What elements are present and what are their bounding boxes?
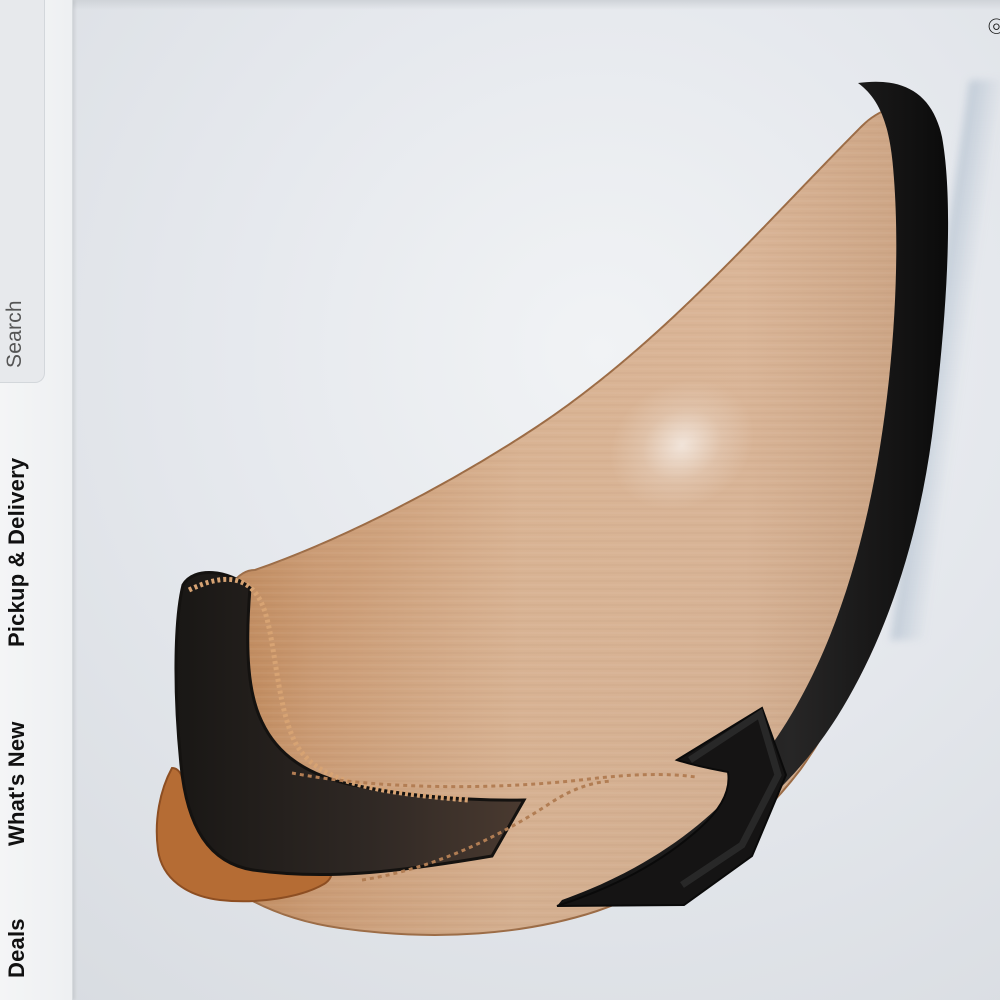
vertical-navigation-rail: Search Pickup & Delivery What's New Deal… xyxy=(0,0,73,1000)
nav-item-whats-new[interactable]: What's New xyxy=(4,721,30,846)
product-image[interactable] xyxy=(72,0,1000,1000)
nav-item-pickup-delivery[interactable]: Pickup & Delivery xyxy=(4,458,30,647)
search-placeholder[interactable]: Search xyxy=(3,300,27,368)
shopping-app-screen: Search Pickup & Delivery What's New Deal… xyxy=(0,0,1000,1000)
nav-item-deals[interactable]: Deals xyxy=(4,918,30,978)
